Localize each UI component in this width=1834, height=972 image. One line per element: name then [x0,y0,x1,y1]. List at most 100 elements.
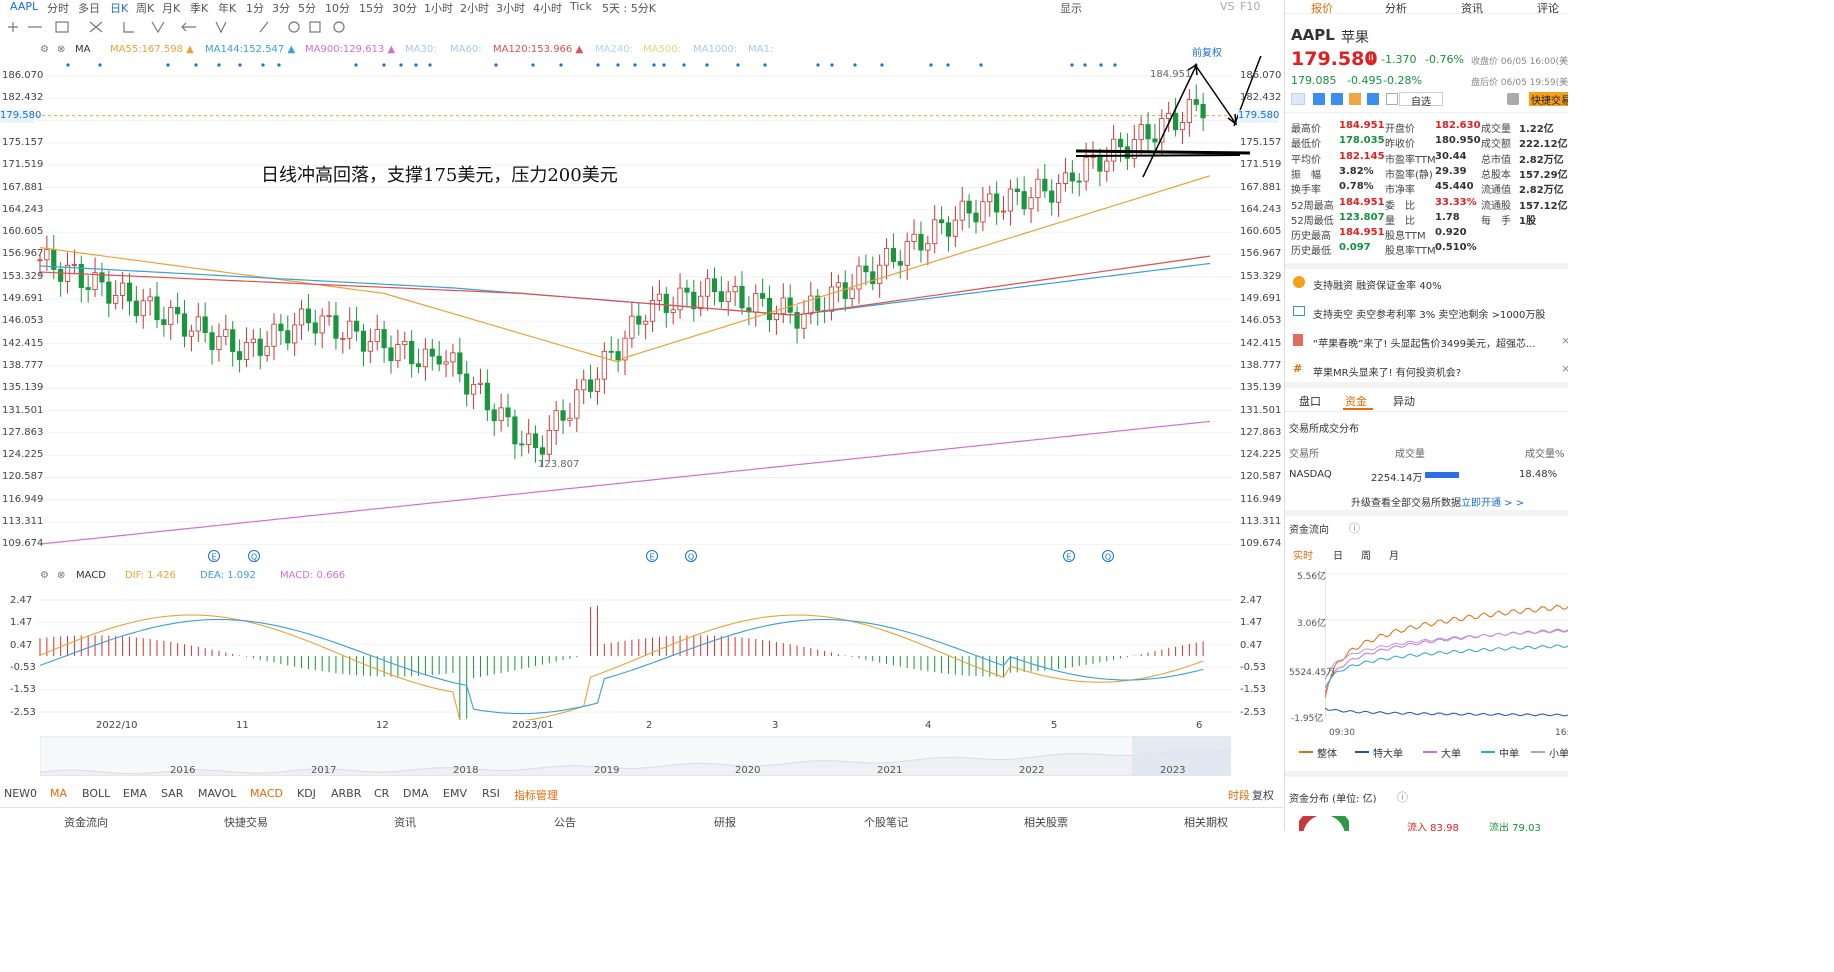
stat-value: 180.950 [1435,135,1481,147]
tag-icon[interactable] [1367,93,1379,105]
notice-news-2[interactable]: 苹果MR头显来了! 有何投资机会? [1313,364,1461,379]
indicator-boll[interactable]: BOLL [82,787,110,800]
indicator-ema[interactable]: EMA [123,787,147,800]
indicator-ma[interactable]: MA [50,787,67,800]
period-5day[interactable]: 5天 : 5分K [602,0,656,16]
indicator-new0[interactable]: NEW0 [4,787,37,800]
indicator-rsi[interactable]: RSI [482,787,500,800]
tab-comments[interactable]: 评论 [1537,0,1559,16]
lightning-icon[interactable] [1313,93,1325,105]
notice-short[interactable]: 支持卖空 卖空参考利率 3% 卖空池剩余 >1000万股 [1313,306,1545,321]
subtab-unusual[interactable]: 异动 [1393,393,1415,409]
period-3h[interactable]: 3小时 [496,0,525,16]
flow-axis-4: -1.95亿 [1291,714,1324,724]
footer-tab[interactable]: 个股笔记 [864,814,908,830]
bell-icon[interactable] [1507,93,1519,105]
tab-quote[interactable]: 报价 [1311,0,1333,16]
notice-news-1[interactable]: “苹果春晚”来了! 头显起售价3499美元，超强芯... [1313,335,1536,350]
indicator-cr[interactable]: CR [374,787,389,800]
period-intraday[interactable]: 分时 [47,0,69,16]
quick-trade-button[interactable]: 快捷交易 [1529,92,1568,106]
footer-tab[interactable]: 资金流向 [64,814,108,830]
subtab-funds[interactable]: 资金 [1345,393,1367,409]
candle-body [698,295,704,310]
indicator-macd[interactable]: MACD [250,787,283,800]
subtab-orderbook[interactable]: 盘口 [1299,393,1321,409]
period-quarterly[interactable]: 季K [190,0,208,16]
close-icon[interactable]: ⊗ [57,570,65,581]
drawing-tools[interactable] [4,19,364,35]
upgrade-link[interactable]: 立即开通 > > [1461,494,1524,509]
options-icon[interactable] [1349,93,1361,105]
candle-body [1062,172,1069,184]
info-icon[interactable]: ⓘ [1349,520,1360,536]
tab-news[interactable]: 资讯 [1461,0,1483,16]
settings-icon[interactable]: ⚙ [40,44,49,55]
price-change: -1.370 [1381,53,1417,66]
period-yearly[interactable]: 年K [218,0,236,16]
f10-button[interactable]: F10 [1240,0,1260,13]
indicator-sar[interactable]: SAR [161,787,183,800]
footer-tab[interactable]: 相关期权 [1184,814,1228,830]
period-multiday[interactable]: 多日 [78,0,100,16]
close-icon[interactable]: ⊗ [57,44,65,55]
year-tick: 2017 [311,765,337,776]
period-10m[interactable]: 10分 [325,0,350,16]
ma-label: MA [75,44,91,55]
footer-tab[interactable]: 相关股票 [1024,814,1068,830]
vs-button[interactable]: VS [1220,0,1235,13]
indicator-kdj[interactable]: KDJ [297,787,316,800]
period-3m[interactable]: 3分 [272,0,290,16]
price-tick: 167.881 [1240,181,1282,193]
price-tick: 120.587 [1240,471,1282,483]
period-30m[interactable]: 30分 [392,0,417,16]
settings-icon[interactable]: ⚙ [40,570,49,581]
display-menu[interactable]: 显示 [1060,0,1082,16]
period-1h[interactable]: 1小时 [424,0,453,16]
tab-analysis[interactable]: 分析 [1385,0,1407,16]
period-monthly[interactable]: 月K [162,0,180,16]
footer-tab[interactable]: 研报 [714,814,736,830]
adjust-toggle[interactable]: 复权 [1252,787,1274,803]
notice-margin[interactable]: 支持融资 融资保证金率 40% [1313,277,1442,292]
period-daily[interactable]: 日K [110,0,128,16]
candle-body [422,348,429,368]
watchlist-button[interactable]: 自选 [1399,92,1443,108]
note-icon[interactable] [1386,93,1398,105]
candlestick-chart[interactable]: EQEQEQ [0,56,1283,566]
inflow-value: 流入 83.98 [1407,823,1459,831]
price-tick: 127.863 [1240,426,1282,438]
indicator-arbr[interactable]: ARBR [331,787,361,800]
candle-body [863,265,869,273]
period-tick[interactable]: Tick [570,0,592,13]
close-icon[interactable]: × [1561,362,1568,375]
indicator-dma[interactable]: DMA [403,787,429,800]
period-weekly[interactable]: 周K [136,0,154,16]
flow-tab-day[interactable]: 日 [1333,547,1343,562]
stat-value: 184.951 [1339,227,1385,239]
info-icon[interactable]: ⓘ [1397,789,1408,805]
period-5m[interactable]: 5分 [298,0,316,16]
period-4h[interactable]: 4小时 [533,0,562,16]
signal-dot [66,63,70,67]
session-button[interactable]: 时段 [1228,787,1250,803]
footer-tab[interactable]: 快捷交易 [224,814,268,830]
indicator-manage-button[interactable]: 指标管理 [514,787,558,803]
stat-label: 市盈率(静) [1385,169,1433,181]
footer-tab[interactable]: 公告 [554,814,576,830]
indicator-mavol[interactable]: MAVOL [198,787,236,800]
flow-tab-realtime[interactable]: 实时 [1293,547,1313,562]
period-15m[interactable]: 15分 [359,0,384,16]
flow-tab-week[interactable]: 周 [1361,547,1371,562]
footer-tab[interactable]: 资讯 [394,814,416,830]
range-navigator[interactable] [40,736,1231,776]
indicator-emv[interactable]: EMV [443,787,467,800]
s-icon[interactable] [1331,93,1343,105]
period-2h[interactable]: 2小时 [460,0,489,16]
signal-dot [682,63,686,67]
macd-chart[interactable] [0,586,1283,720]
close-icon[interactable]: × [1561,334,1568,347]
period-1m[interactable]: 1分 [246,0,264,16]
flow-tab-month[interactable]: 月 [1389,547,1399,562]
ma1-value: MA1: [748,44,774,55]
